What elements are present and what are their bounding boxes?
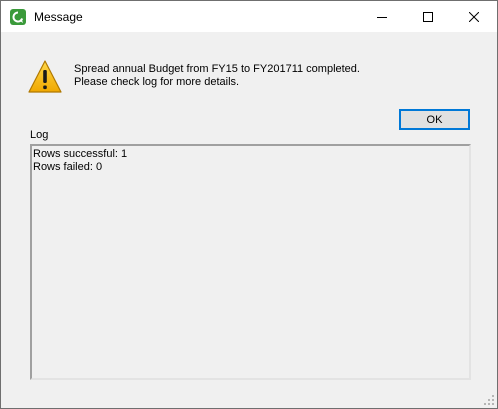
resize-grip-icon[interactable]	[483, 394, 495, 406]
maximize-button[interactable]	[405, 1, 451, 32]
window-title: Message	[34, 10, 83, 24]
message-line: Spread annual Budget from FY15 to FY2017…	[74, 63, 360, 75]
warning-icon	[28, 60, 62, 93]
message-line: Please check log for more details.	[74, 76, 240, 88]
minimize-icon	[377, 16, 387, 18]
close-button[interactable]	[451, 1, 497, 32]
title-bar[interactable]: Message	[1, 1, 497, 32]
log-textbox[interactable]: Rows successful: 1 Rows failed: 0	[30, 144, 471, 380]
minimize-button[interactable]	[359, 1, 405, 32]
log-line: Rows successful: 1	[33, 148, 128, 160]
message-text: Spread annual Budget from FY15 to FY2017…	[74, 63, 360, 89]
ok-button[interactable]: OK	[399, 109, 470, 130]
maximize-icon	[423, 11, 433, 22]
close-icon	[469, 11, 479, 22]
message-dialog: Message Spread annual Budget from FY15 t…	[0, 0, 498, 409]
log-line: Rows failed: 0	[33, 161, 103, 173]
app-icon	[10, 9, 26, 25]
log-label: Log	[30, 129, 49, 141]
